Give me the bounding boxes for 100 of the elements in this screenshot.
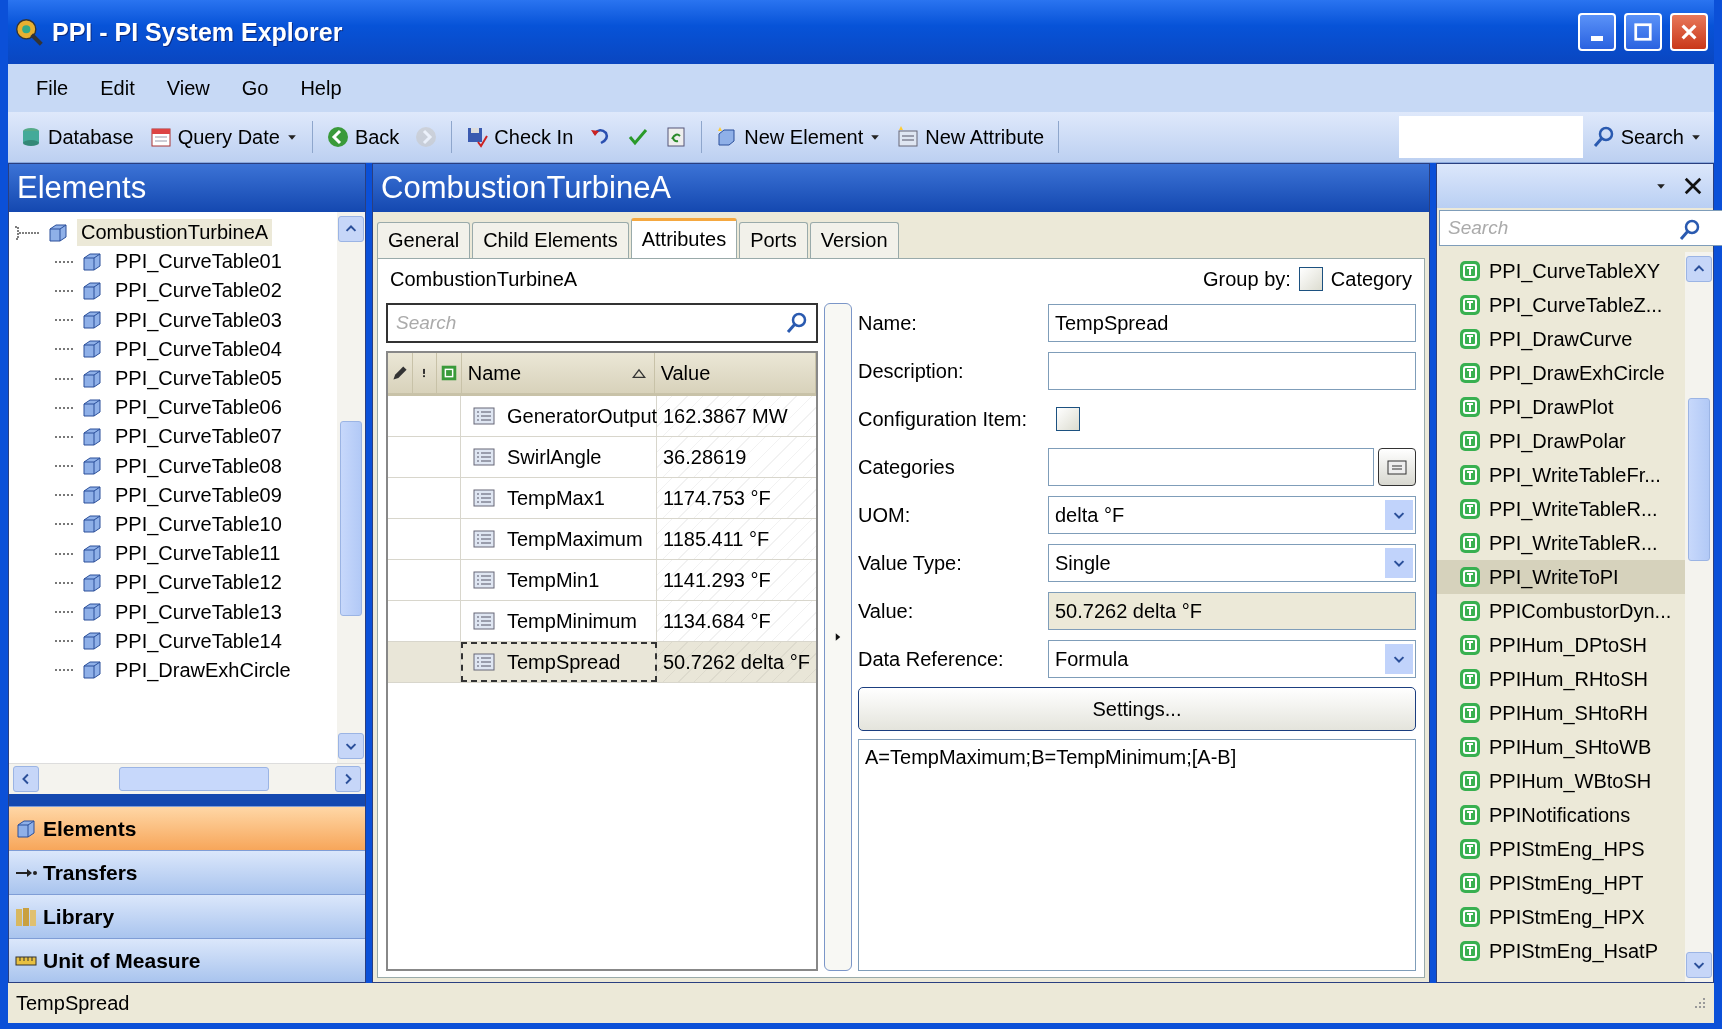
- tab[interactable]: Child Elements: [472, 222, 629, 258]
- menu-item[interactable]: View: [152, 72, 224, 104]
- column-header[interactable]: Name: [461, 353, 655, 393]
- maximize-button[interactable]: [1624, 13, 1662, 51]
- list-item[interactable]: PPI_WriteTableR...: [1437, 526, 1685, 560]
- table-cell: 50.7262 delta °F: [657, 642, 816, 682]
- list-item[interactable]: PPI_DrawPlot: [1437, 390, 1685, 424]
- scrollbar[interactable]: [337, 212, 365, 763]
- search-field[interactable]: Search: [1439, 210, 1722, 246]
- tree-item[interactable]: PPI_CurveTable09: [111, 481, 286, 509]
- checkbox[interactable]: [1056, 407, 1080, 431]
- toolbar-button[interactable]: Back: [320, 121, 406, 153]
- list-item[interactable]: PPI_WriteToPI: [1437, 560, 1685, 594]
- scrollbar[interactable]: [9, 763, 365, 794]
- tree-item[interactable]: CombustionTurbineA: [77, 219, 273, 247]
- tab[interactable]: General: [377, 222, 471, 258]
- tree-item[interactable]: PPI_CurveTable03: [111, 306, 286, 334]
- checkbox[interactable]: [1298, 267, 1323, 291]
- list-item[interactable]: PPIHum_SHtoRH: [1437, 696, 1685, 730]
- app-icon: [14, 17, 44, 47]
- tab[interactable]: Attributes: [630, 218, 738, 258]
- table-cell[interactable]: SwirlAngle: [461, 437, 657, 477]
- tab[interactable]: Version: [809, 222, 899, 258]
- browse-button[interactable]: [1378, 448, 1416, 486]
- list-item[interactable]: PPIStmEng_HsatP: [1437, 934, 1685, 968]
- text-field[interactable]: TempSpread: [1048, 304, 1416, 342]
- dropdown[interactable]: delta °F: [1048, 496, 1416, 534]
- toolbar-button[interactable]: Query Date: [143, 121, 304, 153]
- list-item[interactable]: PPI_WriteTableR...: [1437, 492, 1685, 526]
- nav-button[interactable]: Unit of Measure: [9, 938, 365, 982]
- tree-item[interactable]: PPI_CurveTable05: [111, 365, 286, 393]
- field-label: Data Reference:: [858, 647, 1005, 671]
- list-item[interactable]: PPIStmEng_HPS: [1437, 832, 1685, 866]
- template-icon: [1459, 940, 1481, 962]
- back-icon: [326, 126, 349, 148]
- search-field[interactable]: [1398, 116, 1583, 158]
- cube-icon: [81, 338, 103, 361]
- table-cell[interactable]: GeneratorOutput: [461, 396, 657, 436]
- table-cell[interactable]: TempMinimum: [461, 601, 657, 641]
- list-item[interactable]: PPIHum_WBtoSH: [1437, 764, 1685, 798]
- scrollbar[interactable]: [1685, 252, 1713, 982]
- list-item[interactable]: PPICombustorDyn...: [1437, 594, 1685, 628]
- tree-item[interactable]: PPI_CurveTable01: [111, 248, 286, 276]
- text-field[interactable]: [1048, 448, 1374, 486]
- cube-icon: [81, 309, 103, 332]
- menu-item[interactable]: Help: [286, 72, 356, 104]
- menu-item[interactable]: File: [22, 72, 83, 104]
- column-header[interactable]: Value: [654, 353, 816, 393]
- tree-item[interactable]: PPI_CurveTable12: [111, 569, 286, 597]
- tree-item[interactable]: PPI_CurveTable02: [111, 277, 286, 305]
- dropdown[interactable]: Formula: [1048, 640, 1416, 678]
- table-cell[interactable]: TempMax1: [461, 478, 657, 518]
- settings-button[interactable]: Settings...: [858, 687, 1416, 731]
- new-attribute-icon: [897, 126, 920, 148]
- splitter[interactable]: [824, 303, 852, 971]
- list-item[interactable]: PPIHum_RHtoSH: [1437, 662, 1685, 696]
- list-item[interactable]: PPI_DrawPolar: [1437, 424, 1685, 458]
- toolbar-button[interactable]: Database: [14, 121, 140, 153]
- tree-item[interactable]: PPI_CurveTable10: [111, 510, 286, 538]
- tab[interactable]: Ports: [739, 222, 808, 258]
- tree-item[interactable]: PPI_CurveTable13: [111, 598, 286, 626]
- list-item[interactable]: PPI_WriteTableFr...: [1437, 458, 1685, 492]
- menu-item[interactable]: Edit: [86, 72, 149, 104]
- tree-item[interactable]: PPI_CurveTable07: [111, 423, 286, 451]
- table-cell[interactable]: TempMin1: [461, 560, 657, 600]
- list-item[interactable]: PPIStmEng_HPX: [1437, 900, 1685, 934]
- text-field[interactable]: [1048, 352, 1416, 390]
- search-field[interactable]: Search: [386, 303, 818, 343]
- tree-item[interactable]: PPI_CurveTable14: [111, 627, 286, 655]
- tree-item[interactable]: PPI_CurveTable08: [111, 452, 286, 480]
- table-cell[interactable]: TempSpread: [461, 642, 657, 682]
- tree-item[interactable]: PPI_CurveTable06: [111, 394, 286, 422]
- scroll-thumb[interactable]: [1688, 398, 1710, 561]
- nav-button[interactable]: Transfers: [9, 850, 365, 894]
- scroll-thumb[interactable]: [340, 421, 362, 617]
- table-cell[interactable]: TempMaximum: [461, 519, 657, 559]
- search-button[interactable]: Search: [1586, 121, 1708, 153]
- tree-item[interactable]: PPI_CurveTable11: [111, 540, 285, 568]
- toolbar-button[interactable]: New Attribute: [891, 121, 1051, 153]
- minimize-button[interactable]: [1578, 13, 1616, 51]
- toolbar-button[interactable]: Check In: [460, 121, 580, 153]
- list-item[interactable]: PPI_DrawCurve: [1437, 322, 1685, 356]
- minimize-icon: [1591, 35, 1603, 41]
- list-item[interactable]: PPINotifications: [1437, 798, 1685, 832]
- template-icon: [1459, 396, 1481, 418]
- scroll-thumb[interactable]: [119, 767, 269, 791]
- toolbar-button[interactable]: New Element: [710, 121, 888, 153]
- list-item[interactable]: PPI_CurveTableXY: [1437, 254, 1685, 288]
- tree-item[interactable]: PPI_CurveTable04: [111, 335, 286, 363]
- list-item[interactable]: PPI_CurveTableZ...: [1437, 288, 1685, 322]
- list-item[interactable]: PPI_DrawExhCircle: [1437, 356, 1685, 390]
- nav-button[interactable]: Elements: [9, 806, 365, 850]
- menu-item[interactable]: Go: [227, 72, 283, 104]
- dropdown[interactable]: Single: [1048, 544, 1416, 582]
- nav-button[interactable]: Library: [9, 894, 365, 938]
- list-item[interactable]: PPIStmEng_HPT: [1437, 866, 1685, 900]
- list-item[interactable]: PPIHum_SHtoWB: [1437, 730, 1685, 764]
- close-button[interactable]: [1670, 13, 1708, 51]
- tree-item[interactable]: PPI_DrawExhCircle: [111, 656, 295, 684]
- list-item[interactable]: PPIHum_DPtoSH: [1437, 628, 1685, 662]
